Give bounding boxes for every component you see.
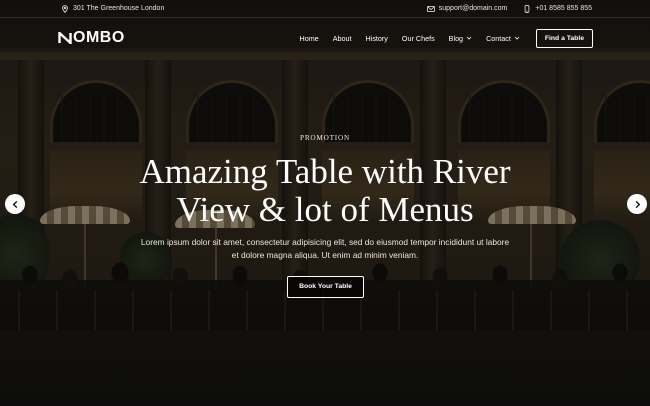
phone-icon: [523, 4, 531, 13]
slider-prev-button[interactable]: [5, 194, 25, 214]
address-text: 301 The Greenhouse London: [73, 5, 165, 12]
phone-link[interactable]: +01 8585 855 855: [535, 5, 592, 12]
address-info: 301 The Greenhouse London: [61, 4, 165, 13]
top-info-bar: 301 The Greenhouse London support@domain…: [0, 0, 650, 18]
chevron-down-icon: [514, 35, 520, 41]
chevron-left-icon: [11, 200, 20, 209]
hero-description: Lorem ipsum dolor sit amet, consectetur …: [118, 236, 532, 262]
nav-item-label: Our Chefs: [401, 33, 435, 43]
nav-item-home[interactable]: Home: [300, 34, 319, 43]
nav-item-blog[interactable]: Blog: [449, 34, 472, 43]
hero-eyebrow: PROMOTION: [300, 134, 350, 142]
main-nav: Home About History Our Chefs Blog Contac…: [300, 28, 593, 48]
nav-item-label: Blog: [448, 33, 464, 43]
nav-item-about[interactable]: About: [333, 34, 352, 43]
site-logo[interactable]: OMBO: [58, 29, 125, 47]
hero-headline-line-2: View & lot of Menus: [176, 190, 474, 229]
logo-text: OMBO: [73, 29, 125, 46]
envelope-icon: [427, 5, 435, 13]
nav-item-contact[interactable]: Contact: [486, 34, 520, 43]
nav-item-label: Contact: [486, 33, 511, 43]
nav-item-history[interactable]: History: [366, 34, 388, 43]
site-header: OMBO Home About History Our Chefs Blog C…: [0, 26, 650, 50]
hero-headline-line-1: Amazing Table with River: [139, 152, 511, 191]
email-link[interactable]: support@domain.com: [439, 5, 508, 12]
nav-item-our-chefs[interactable]: Our Chefs: [402, 34, 435, 43]
hero-description-line-2: et dolore magna aliqua. Ut enim ad minim…: [231, 250, 419, 260]
nav-item-label: Home: [299, 33, 319, 43]
email-info[interactable]: support@domain.com: [427, 5, 508, 13]
chevron-down-icon: [466, 35, 472, 41]
nav-item-label: About: [332, 33, 352, 43]
hero-description-line-1: Lorem ipsum dolor sit amet, consectetur …: [140, 237, 510, 247]
slider-next-button[interactable]: [627, 194, 647, 214]
phone-info[interactable]: +01 8585 855 855: [523, 4, 592, 13]
book-table-button[interactable]: Book Your Table: [287, 276, 364, 298]
hero-headline: Amazing Table with River View & lot of M…: [0, 153, 650, 229]
n-logo-mark-icon: [58, 32, 72, 44]
map-pin-icon: [61, 4, 69, 13]
nav-item-label: History: [365, 33, 388, 43]
find-table-button[interactable]: Find a Table: [535, 28, 593, 48]
chevron-right-icon: [633, 200, 642, 209]
